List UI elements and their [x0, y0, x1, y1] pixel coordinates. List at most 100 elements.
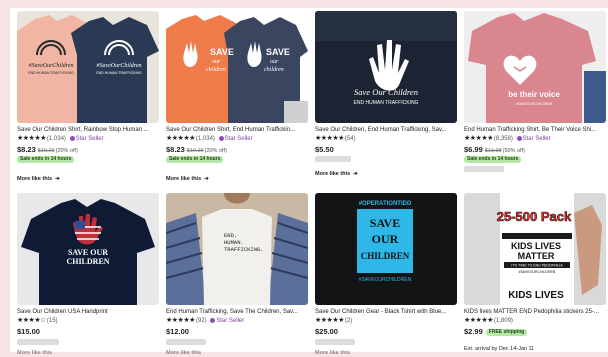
star-seller-badge: Star Seller	[516, 135, 551, 142]
product-image[interactable]: #SaveOurChildren END HUMAN TRAFFICKING #…	[17, 11, 159, 123]
image-text: #SAVEOURCHILDREN	[519, 270, 556, 274]
rating-stars: ★★★★★	[464, 317, 493, 324]
product-image[interactable]: SAVE our children SAVE our children	[166, 11, 308, 123]
product-image[interactable]: Save Our Children END HUMAN TRAFFICKING	[315, 11, 457, 123]
image-text: TRAFFICKING.	[224, 246, 264, 253]
star-seller-badge: Star Seller	[69, 135, 104, 142]
price-line: $25.00	[315, 327, 338, 336]
image-text: SAVE	[370, 216, 400, 230]
image-text: be their voice	[508, 90, 560, 99]
more-like-this-link[interactable]: More like this ➔	[315, 171, 358, 178]
price-line: $12.00	[166, 327, 189, 336]
review-count: (1,034)	[46, 136, 66, 142]
discount: (20% off)	[204, 148, 227, 154]
review-count: (1,809)	[493, 318, 513, 324]
product-image[interactable]: #OPERATIONTIDD SAVE OUR CHILDREN #SAVEOU…	[315, 193, 457, 305]
image-text: END HUMAN TRAFFICKING	[96, 71, 142, 75]
review-count: (54)	[344, 136, 356, 142]
review-count: (2)	[344, 318, 353, 324]
image-text: OUR	[372, 232, 399, 246]
product-rating: ★★★★★(1,809)	[464, 317, 513, 325]
more-like-this-link[interactable]: More like this ➔	[17, 176, 60, 183]
star-seller-icon	[69, 135, 75, 141]
sale-badge: Sale ends in 14 hours	[464, 156, 522, 163]
product-image[interactable]: SAVE OUR CHILDREN	[17, 193, 159, 305]
image-text: #SaveOurChildren	[96, 63, 141, 69]
rating-stars: ★★★★★	[315, 317, 344, 324]
product-title[interactable]: KIDS lives MATTER END Pedophilia sticker…	[464, 308, 606, 316]
product-title[interactable]: End Human Trafficking Shirt, Be Their Vo…	[464, 126, 606, 134]
original-price: $10.29	[186, 148, 204, 154]
review-count: (8,358)	[493, 136, 513, 142]
image-text: children	[206, 67, 226, 73]
arrow-right-icon: ➔	[204, 176, 209, 182]
product-title[interactable]: End Human Trafficking, Save The Children…	[166, 308, 308, 316]
image-text: SAVE	[266, 47, 290, 57]
arrow-right-icon: ➔	[353, 171, 358, 177]
rating-stars: ★★★★★	[166, 317, 195, 324]
price: $25.00	[315, 327, 338, 336]
shop-name-redacted	[17, 339, 59, 345]
image-text: #SAVEOURCHILDREN	[516, 102, 553, 106]
more-like-this-link[interactable]: More like this	[17, 350, 52, 357]
star-seller-icon	[218, 135, 224, 141]
product-title[interactable]: Save Our Children Gear - Black Tshirt wi…	[315, 308, 457, 316]
free-shipping-badge: FREE shipping	[485, 329, 528, 336]
shop-name-redacted	[315, 156, 351, 162]
price: $8.23	[17, 145, 36, 154]
star-seller-icon	[210, 317, 216, 323]
image-text: IT'S TIME TO END PEDOPHILIA	[511, 264, 563, 268]
discount: (50% off)	[502, 148, 525, 154]
sale-badge: Sale ends in 14 hours	[17, 156, 75, 163]
image-text: KIDS LIVES	[508, 290, 564, 301]
product-rating: ★★★★★(92) Star Seller	[166, 317, 244, 325]
price: $5.50	[315, 145, 334, 154]
product-rating: ★★★★★(54)	[315, 135, 356, 143]
price: $12.00	[166, 327, 189, 336]
image-text: END HUMAN TRAFFICKING	[28, 71, 74, 75]
rating-stars: ★★★★★	[17, 135, 46, 142]
price-line: $8.23 $10.29(20% off)	[17, 145, 78, 156]
price-line: $5.50	[315, 145, 334, 154]
product-rating: ★★★★★(8,358) Star Seller	[464, 135, 551, 143]
product-image[interactable]: END. HUMAN. TRAFFICKING.	[166, 193, 308, 305]
product-image[interactable]: be their voice #SAVEOURCHILDREN	[464, 11, 606, 123]
product-rating: ★★★★☆(15)	[17, 317, 58, 325]
star-seller-badge: Star Seller	[210, 317, 244, 324]
image-text: END.	[224, 232, 237, 239]
rating-stars: ★★★★☆	[17, 317, 46, 324]
product-title[interactable]: Save Our Children USA Handprint	[17, 308, 159, 316]
rating-stars: ★★★★★	[315, 135, 344, 142]
product-rating: ★★★★★(1,034) Star Seller	[17, 135, 104, 143]
shop-name-redacted	[464, 166, 504, 172]
product-rating: ★★★★★(1,034) Star Seller	[166, 135, 253, 143]
image-text: SAVE	[210, 47, 234, 57]
price-line: $2.99 FREE shipping	[464, 327, 528, 336]
more-like-this-link[interactable]: More like this	[315, 350, 350, 357]
more-like-this-link[interactable]: More like this ➔	[166, 176, 209, 183]
image-text: SAVE OUR	[68, 248, 108, 257]
rating-stars: ★★★★★	[464, 135, 493, 142]
rating-stars: ★★★★★	[166, 135, 195, 142]
image-text: CHILDREN	[361, 251, 410, 261]
price-line: $8.23 $10.29(20% off)	[166, 145, 227, 156]
more-like-this-link[interactable]: More like this	[166, 350, 201, 357]
product-title[interactable]: Save Our Children Shirt, End Human Traff…	[166, 126, 308, 134]
review-count: (92)	[195, 318, 207, 324]
product-title[interactable]: Save Our Children, End Human Trafficking…	[315, 126, 457, 134]
product-title[interactable]: Save Our Children Shirt, Rainbow Stop Hu…	[17, 126, 159, 134]
image-text: Save Our Children	[354, 87, 418, 97]
product-image[interactable]: 25-500 Pack KIDS LIVES MATTER IT'S TIME …	[464, 193, 606, 305]
image-text: 25-500 Pack	[497, 209, 572, 224]
image-text: END HUMAN TRAFFICKING	[354, 100, 419, 106]
image-text: our	[270, 59, 279, 65]
price: $8.23	[166, 145, 185, 154]
sale-badge: Sale ends in 14 hours	[166, 156, 224, 163]
price-line: $6.99 $13.98(50% off)	[464, 145, 525, 156]
price-line: $15.00	[17, 327, 40, 336]
price: $2.99	[464, 327, 483, 336]
image-text: children	[264, 67, 284, 73]
image-text: HUMAN.	[224, 239, 244, 246]
price: $6.99	[464, 145, 483, 154]
shop-name-redacted	[315, 339, 355, 345]
